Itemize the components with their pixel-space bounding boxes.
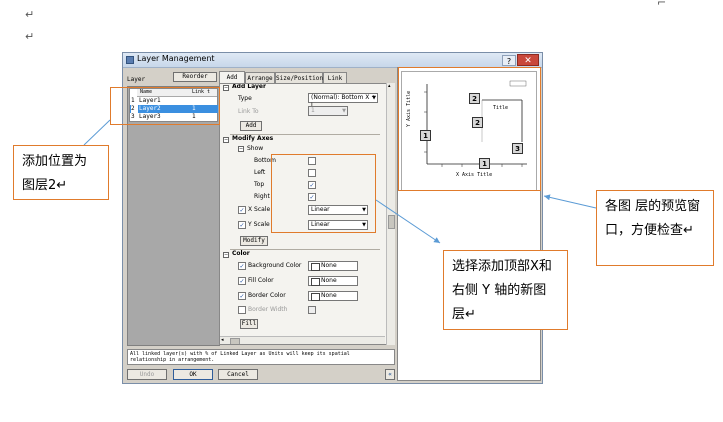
arrow-line bbox=[543, 194, 597, 209]
show-right-label: Right bbox=[254, 193, 270, 200]
divider bbox=[230, 249, 380, 250]
highlight-layer-table bbox=[110, 87, 220, 125]
corner-mark: ⌐ bbox=[657, 0, 667, 9]
border-color-label: Border Color bbox=[248, 292, 286, 299]
scroll-thumb[interactable] bbox=[230, 338, 240, 344]
dropdown-arrow-icon: ▼ bbox=[372, 95, 376, 101]
return-mark: ↵ bbox=[25, 8, 35, 21]
fill-color-label: Fill Color bbox=[248, 277, 274, 284]
fill-button[interactable]: Fill bbox=[240, 319, 258, 329]
status-message: All linked layer(s) with % of Linked Lay… bbox=[127, 349, 395, 365]
tab-add[interactable]: Add bbox=[219, 71, 245, 83]
collapse-icon[interactable]: − bbox=[223, 137, 229, 143]
collapse-preview-button[interactable]: « bbox=[385, 369, 395, 380]
add-button[interactable]: Add bbox=[240, 121, 262, 131]
scroll-left-icon[interactable]: ◂ bbox=[221, 337, 224, 343]
tab-arrange[interactable]: Arrange bbox=[245, 72, 275, 83]
title-bar[interactable]: Layer Management ? ✕ bbox=[123, 53, 542, 68]
callout-preview: 各图 层的预览窗口，方便检查↵ bbox=[596, 190, 714, 266]
background-color-checkbox[interactable]: ✓ bbox=[238, 262, 246, 270]
scroll-thumb[interactable] bbox=[388, 215, 395, 229]
ok-button[interactable]: OK bbox=[173, 369, 213, 380]
color-value: None bbox=[321, 292, 337, 299]
link-to-label: Link To bbox=[238, 108, 259, 115]
x-scale-checkbox[interactable]: ✓ bbox=[238, 206, 246, 214]
close-button[interactable]: ✕ bbox=[517, 54, 539, 66]
callout-add-position: 添加位置为 图层2↵ bbox=[13, 145, 109, 200]
type-label: Type bbox=[238, 95, 252, 102]
cancel-button[interactable]: Cancel bbox=[218, 369, 258, 380]
type-select[interactable]: (Normal): Bottom X + L▼ bbox=[308, 93, 378, 109]
scroll-up-icon[interactable]: ▴ bbox=[388, 83, 391, 89]
app-icon bbox=[126, 56, 134, 64]
callout-new-layer: 选择添加顶部X和右侧 Y 轴的新图层↵ bbox=[443, 250, 568, 330]
highlight-preview bbox=[398, 67, 541, 191]
tab-link[interactable]: Link bbox=[323, 72, 347, 83]
link-to-select[interactable]: 1 ▼ bbox=[308, 106, 348, 116]
border-width-toggle[interactable] bbox=[308, 306, 316, 314]
y-scale-label: Y Scale bbox=[248, 221, 270, 228]
help-button[interactable]: ? bbox=[502, 55, 516, 66]
dialog-title: Layer Management bbox=[137, 54, 215, 63]
color-value: None bbox=[321, 277, 337, 284]
arrow-line bbox=[83, 119, 111, 146]
color-swatch bbox=[311, 263, 320, 271]
color-value: None bbox=[321, 262, 337, 269]
show-top-label: Top bbox=[254, 181, 265, 188]
border-color-checkbox[interactable]: ✓ bbox=[238, 292, 246, 300]
reorder-button[interactable]: Reorder bbox=[173, 72, 217, 82]
color-swatch bbox=[311, 293, 320, 301]
background-color-picker[interactable]: None bbox=[308, 261, 358, 271]
show-left-label: Left bbox=[254, 169, 266, 176]
modify-button[interactable]: Modify bbox=[240, 236, 268, 246]
vertical-scrollbar[interactable]: ▴ bbox=[386, 83, 395, 345]
layer-label: Layer bbox=[127, 76, 146, 83]
link-to-value: 1 bbox=[311, 107, 315, 114]
border-color-picker[interactable]: None bbox=[308, 291, 358, 301]
color-swatch bbox=[311, 278, 320, 286]
highlight-show-axes bbox=[271, 154, 376, 233]
return-mark: ↵ bbox=[25, 30, 35, 43]
border-width-label: Border Width bbox=[248, 306, 288, 313]
section-modify-axes: Modify Axes bbox=[232, 135, 274, 142]
border-width-checkbox[interactable] bbox=[238, 306, 246, 314]
show-label: Show bbox=[247, 145, 264, 152]
background-color-label: Background Color bbox=[248, 262, 302, 269]
y-scale-checkbox[interactable]: ✓ bbox=[238, 221, 246, 229]
collapse-icon[interactable]: − bbox=[223, 252, 229, 258]
collapse-icon[interactable]: − bbox=[238, 146, 244, 152]
status-line: relationship in arrangement. bbox=[130, 357, 215, 363]
dropdown-arrow-icon: ▼ bbox=[342, 108, 346, 114]
horizontal-scrollbar[interactable]: ◂ bbox=[220, 336, 385, 344]
fill-color-picker[interactable]: None bbox=[308, 276, 358, 286]
undo-button[interactable]: Undo bbox=[127, 369, 167, 380]
tab-size-position[interactable]: Size/Position bbox=[275, 72, 323, 83]
x-scale-label: X Scale bbox=[248, 206, 271, 213]
fill-color-checkbox[interactable]: ✓ bbox=[238, 277, 246, 285]
collapse-icon[interactable]: − bbox=[223, 85, 229, 91]
section-color: Color bbox=[232, 250, 250, 257]
section-add-layer: Add Layer bbox=[232, 83, 266, 90]
layer-list-pane: Name Link t 1 Layer1 2 Layer2 1 3 Layer3… bbox=[127, 86, 220, 346]
